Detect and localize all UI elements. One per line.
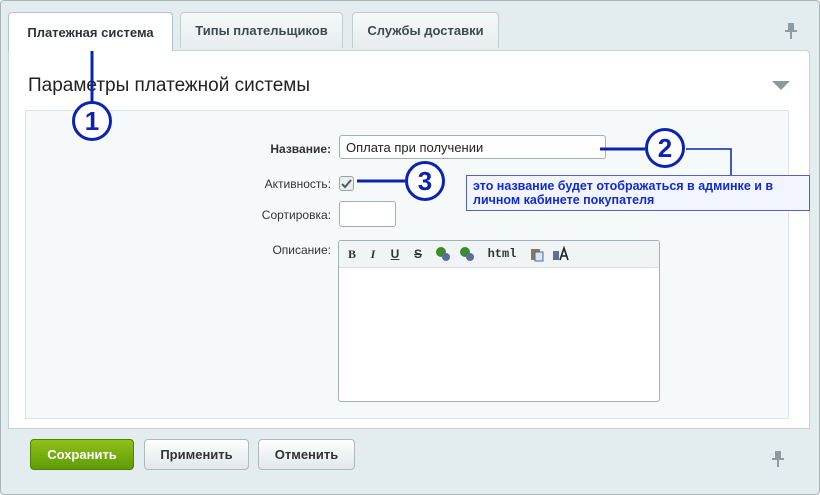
name-input[interactable]	[339, 135, 606, 159]
tab-delivery-services[interactable]: Службы доставки	[352, 12, 499, 48]
apply-button[interactable]: Применить	[144, 439, 249, 470]
description-label: Описание:	[272, 243, 331, 257]
description-editor[interactable]: B I U S html	[338, 240, 660, 402]
bold-button[interactable]: B	[345, 246, 359, 262]
italic-button[interactable]: I	[366, 246, 380, 262]
remove-link-icon[interactable]	[459, 246, 475, 262]
active-checkbox[interactable]	[339, 176, 354, 191]
collapse-arrow-icon[interactable]	[772, 81, 790, 90]
sort-label: Сортировка:	[261, 208, 331, 222]
annotation-marker-1: 1	[72, 101, 112, 141]
pin-icon-bottom[interactable]	[770, 450, 786, 468]
editor-toolbar: B I U S html	[339, 241, 659, 268]
sort-input[interactable]	[339, 201, 396, 227]
annotation-marker-2: 2	[645, 128, 685, 168]
cancel-button[interactable]: Отменить	[258, 439, 355, 470]
pin-icon[interactable]	[783, 22, 799, 40]
name-label: Название:	[270, 142, 331, 156]
annotation-note: это название будет отображаться в админк…	[466, 175, 810, 211]
tab-payer-types[interactable]: Типы плательщиков	[180, 12, 343, 48]
panel-title: Параметры платежной системы	[28, 75, 310, 96]
insert-link-icon[interactable]	[435, 246, 451, 262]
active-label: Активность:	[264, 177, 331, 191]
underline-button[interactable]: U	[388, 246, 402, 262]
save-button[interactable]: Сохранить	[30, 439, 134, 470]
check-icon	[341, 179, 352, 189]
annotation-marker-3: 3	[405, 161, 445, 201]
strike-button[interactable]: S	[411, 246, 425, 262]
paste-icon[interactable]	[529, 246, 545, 262]
content-panel: Параметры платежной системы Название: Ак…	[8, 50, 810, 429]
html-mode-button[interactable]: html	[487, 246, 517, 262]
font-style-icon[interactable]	[552, 246, 570, 262]
tab-payment-system[interactable]: Платежная система	[8, 12, 173, 51]
